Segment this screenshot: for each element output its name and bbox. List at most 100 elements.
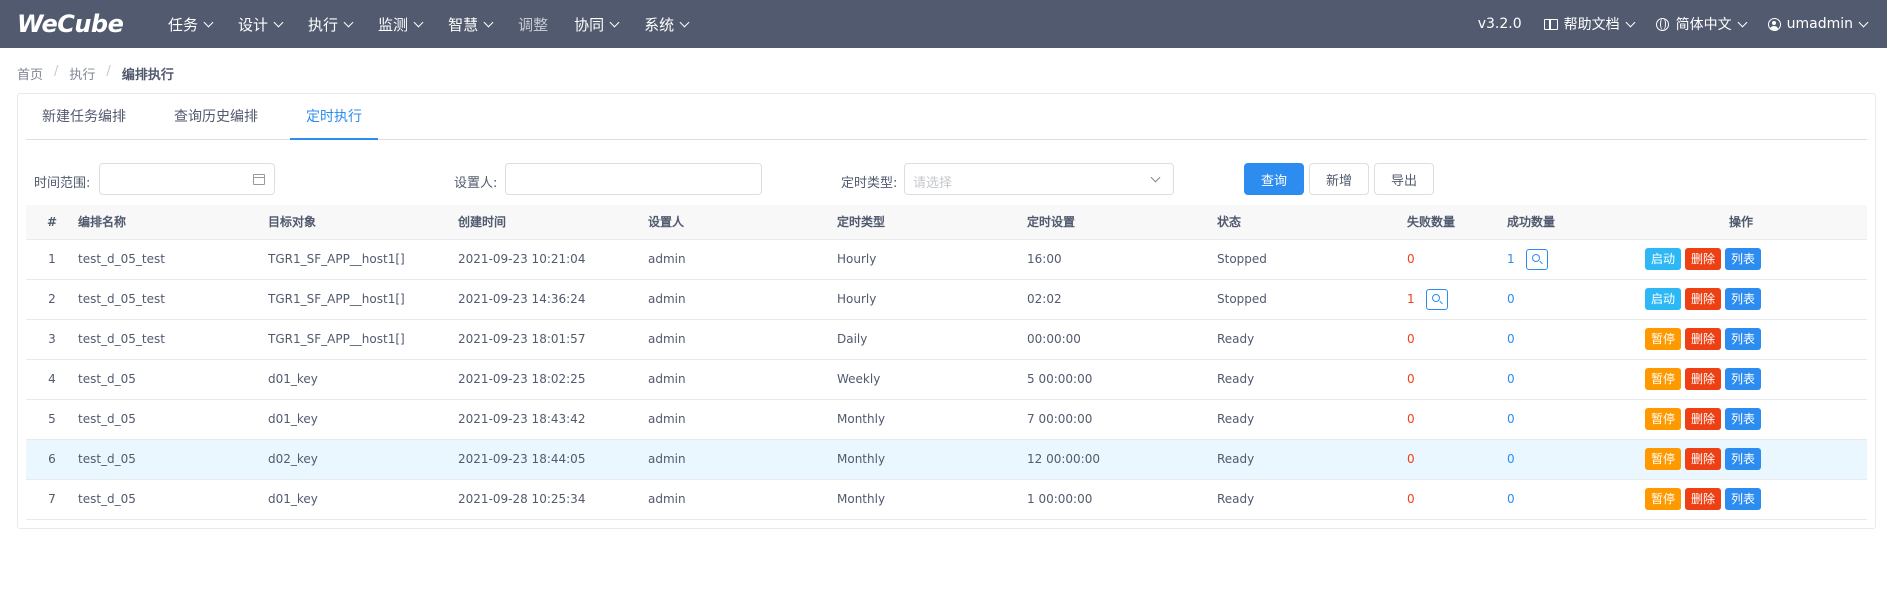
chevron-down-icon — [1737, 17, 1748, 27]
orchestration-name-cell: test_d_05 — [78, 359, 268, 400]
pause-button[interactable]: 暂停 — [1645, 448, 1682, 470]
orchestration-name-cell: test_d_05 — [78, 399, 268, 440]
search-icon[interactable] — [1425, 288, 1448, 310]
list-button[interactable]: 列表 — [1725, 368, 1762, 390]
chevron-down-icon — [1625, 17, 1636, 27]
actions-cell: 启动 删除 列表 — [1641, 279, 1867, 320]
setter-cell: admin — [648, 279, 837, 320]
delete-button[interactable]: 删除 — [1685, 448, 1722, 470]
created-time-cell: 2021-09-23 18:01:57 — [458, 319, 648, 360]
user-menu[interactable]: umadmin — [1767, 16, 1869, 32]
list-button[interactable]: 列表 — [1725, 408, 1762, 430]
status-cell: Ready — [1217, 399, 1407, 440]
search-button[interactable]: 查询 — [1244, 163, 1304, 195]
delete-button[interactable]: 删除 — [1685, 328, 1722, 350]
nav-menu-2[interactable]: 执行 — [308, 14, 354, 35]
success-count-cell: 1 — [1507, 239, 1641, 280]
list-button[interactable]: 列表 — [1725, 488, 1762, 510]
timer-type-select[interactable]: 请选择 — [904, 163, 1174, 195]
nav-menu-label: 监测 — [378, 15, 409, 34]
fail-count-cell: 0 — [1407, 319, 1507, 360]
delete-button[interactable]: 删除 — [1685, 408, 1722, 430]
success-count: 0 — [1507, 412, 1515, 426]
list-button[interactable]: 列表 — [1725, 248, 1762, 270]
column-header: 定时设置 — [1027, 205, 1217, 240]
table-row[interactable]: 6 test_d_05 d02_key 2021-09-23 18:44:05 admi… — [26, 439, 1867, 480]
chevron-down-icon — [203, 17, 214, 27]
target-object-cell: TGR1_SF_APP__host1[] — [268, 239, 458, 280]
timed-execution-table: # 编排名称 目标对象 创建时间 设置人 定时类型 定时设置 状态 失败数量 成功数量 操作 1 te… — [26, 205, 1867, 520]
language-menu[interactable]: 简体中文 — [1655, 14, 1748, 34]
pause-button[interactable]: 暂停 — [1645, 328, 1682, 350]
success-count: 0 — [1507, 372, 1515, 386]
chevron-down-icon — [679, 17, 690, 27]
success-count: 0 — [1507, 452, 1515, 466]
actions-cell: 暂停 删除 列表 — [1641, 479, 1867, 520]
nav-menu-5[interactable]: 调整 — [518, 14, 548, 35]
success-count-cell: 0 — [1507, 479, 1641, 520]
column-header: 创建时间 — [458, 205, 648, 240]
column-header: 操作 — [1641, 205, 1867, 240]
tab-bar: 新建任务编排 查询历史编排 定时执行 — [26, 94, 1867, 140]
start-button[interactable]: 启动 — [1645, 288, 1682, 310]
start-button[interactable]: 启动 — [1645, 248, 1682, 270]
export-button[interactable]: 导出 — [1374, 163, 1434, 195]
column-header: 设置人 — [648, 205, 837, 240]
setter-input[interactable] — [505, 163, 762, 195]
pause-button[interactable]: 暂停 — [1645, 368, 1682, 390]
setter-cell: admin — [648, 439, 837, 480]
column-header: 目标对象 — [268, 205, 458, 240]
target-object-cell: TGR1_SF_APP__host1[] — [268, 279, 458, 320]
row-index: 1 — [26, 239, 78, 280]
setter-cell: admin — [648, 359, 837, 400]
pause-button[interactable]: 暂停 — [1645, 488, 1682, 510]
timer-setting-cell: 12 00:00:00 — [1027, 439, 1217, 480]
orchestration-name-cell: test_d_05_test — [78, 239, 268, 280]
tab-1[interactable]: 查询历史编排 — [158, 94, 274, 140]
table-row[interactable]: 3 test_d_05_test TGR1_SF_APP__host1[] 2021-… — [26, 319, 1867, 360]
target-object-cell: d02_key — [268, 439, 458, 480]
add-button[interactable]: 新增 — [1309, 163, 1369, 195]
status-cell: Ready — [1217, 439, 1407, 480]
search-icon[interactable] — [1525, 248, 1548, 270]
delete-button[interactable]: 删除 — [1685, 288, 1722, 310]
delete-button[interactable]: 删除 — [1685, 488, 1722, 510]
nav-menu-1[interactable]: 设计 — [238, 14, 284, 35]
wecube-logo[interactable]: WeCube — [17, 10, 135, 38]
success-count-cell: 0 — [1507, 319, 1641, 360]
table-row[interactable]: 5 test_d_05 d01_key 2021-09-23 18:43:42 admi… — [26, 399, 1867, 440]
main-nav: 任务 设计 执行 监测 智慧 调整 协同 系统 — [168, 14, 714, 35]
table-row[interactable]: 7 test_d_05 d01_key 2021-09-28 10:25:34 admi… — [26, 479, 1867, 520]
version-label: v3.2.0 — [1477, 16, 1522, 32]
nav-menu-0[interactable]: 任务 — [168, 14, 214, 35]
calendar-icon — [253, 174, 265, 185]
table-row[interactable]: 2 test_d_05_test TGR1_SF_APP__host1[] 2021-… — [26, 279, 1867, 320]
time-range-picker[interactable] — [99, 163, 275, 195]
timer-type-cell: Hourly — [837, 279, 1027, 320]
tab-0[interactable]: 新建任务编排 — [26, 94, 142, 140]
list-button[interactable]: 列表 — [1725, 448, 1762, 470]
chevron-down-icon — [1150, 172, 1161, 183]
success-count: 0 — [1507, 332, 1515, 346]
table-row[interactable]: 1 test_d_05_test TGR1_SF_APP__host1[] 2021-… — [26, 239, 1867, 280]
delete-button[interactable]: 删除 — [1685, 248, 1722, 270]
nav-menu-4[interactable]: 智慧 — [448, 14, 494, 35]
created-time-cell: 2021-09-23 18:44:05 — [458, 439, 648, 480]
nav-menu-label: 调整 — [518, 15, 549, 34]
timer-setting-cell: 5 00:00:00 — [1027, 359, 1217, 400]
nav-menu-7[interactable]: 系统 — [644, 14, 690, 35]
help-docs-label: 帮助文档 — [1563, 17, 1620, 33]
breadcrumb-execute[interactable]: 执行 — [69, 64, 95, 83]
help-docs-menu[interactable]: 帮助文档 — [1543, 14, 1636, 34]
table-row[interactable]: 4 test_d_05 d01_key 2021-09-23 18:02:25 admi… — [26, 359, 1867, 400]
nav-menu-6[interactable]: 协同 — [574, 14, 620, 35]
list-button[interactable]: 列表 — [1725, 328, 1762, 350]
pause-button[interactable]: 暂停 — [1645, 408, 1682, 430]
actions-cell: 暂停 删除 列表 — [1641, 359, 1867, 400]
list-button[interactable]: 列表 — [1725, 288, 1762, 310]
target-object-cell: d01_key — [268, 479, 458, 520]
breadcrumb-home[interactable]: 首页 — [17, 64, 43, 83]
delete-button[interactable]: 删除 — [1685, 368, 1722, 390]
tab-2[interactable]: 定时执行 — [290, 94, 378, 140]
nav-menu-3[interactable]: 监测 — [378, 14, 424, 35]
